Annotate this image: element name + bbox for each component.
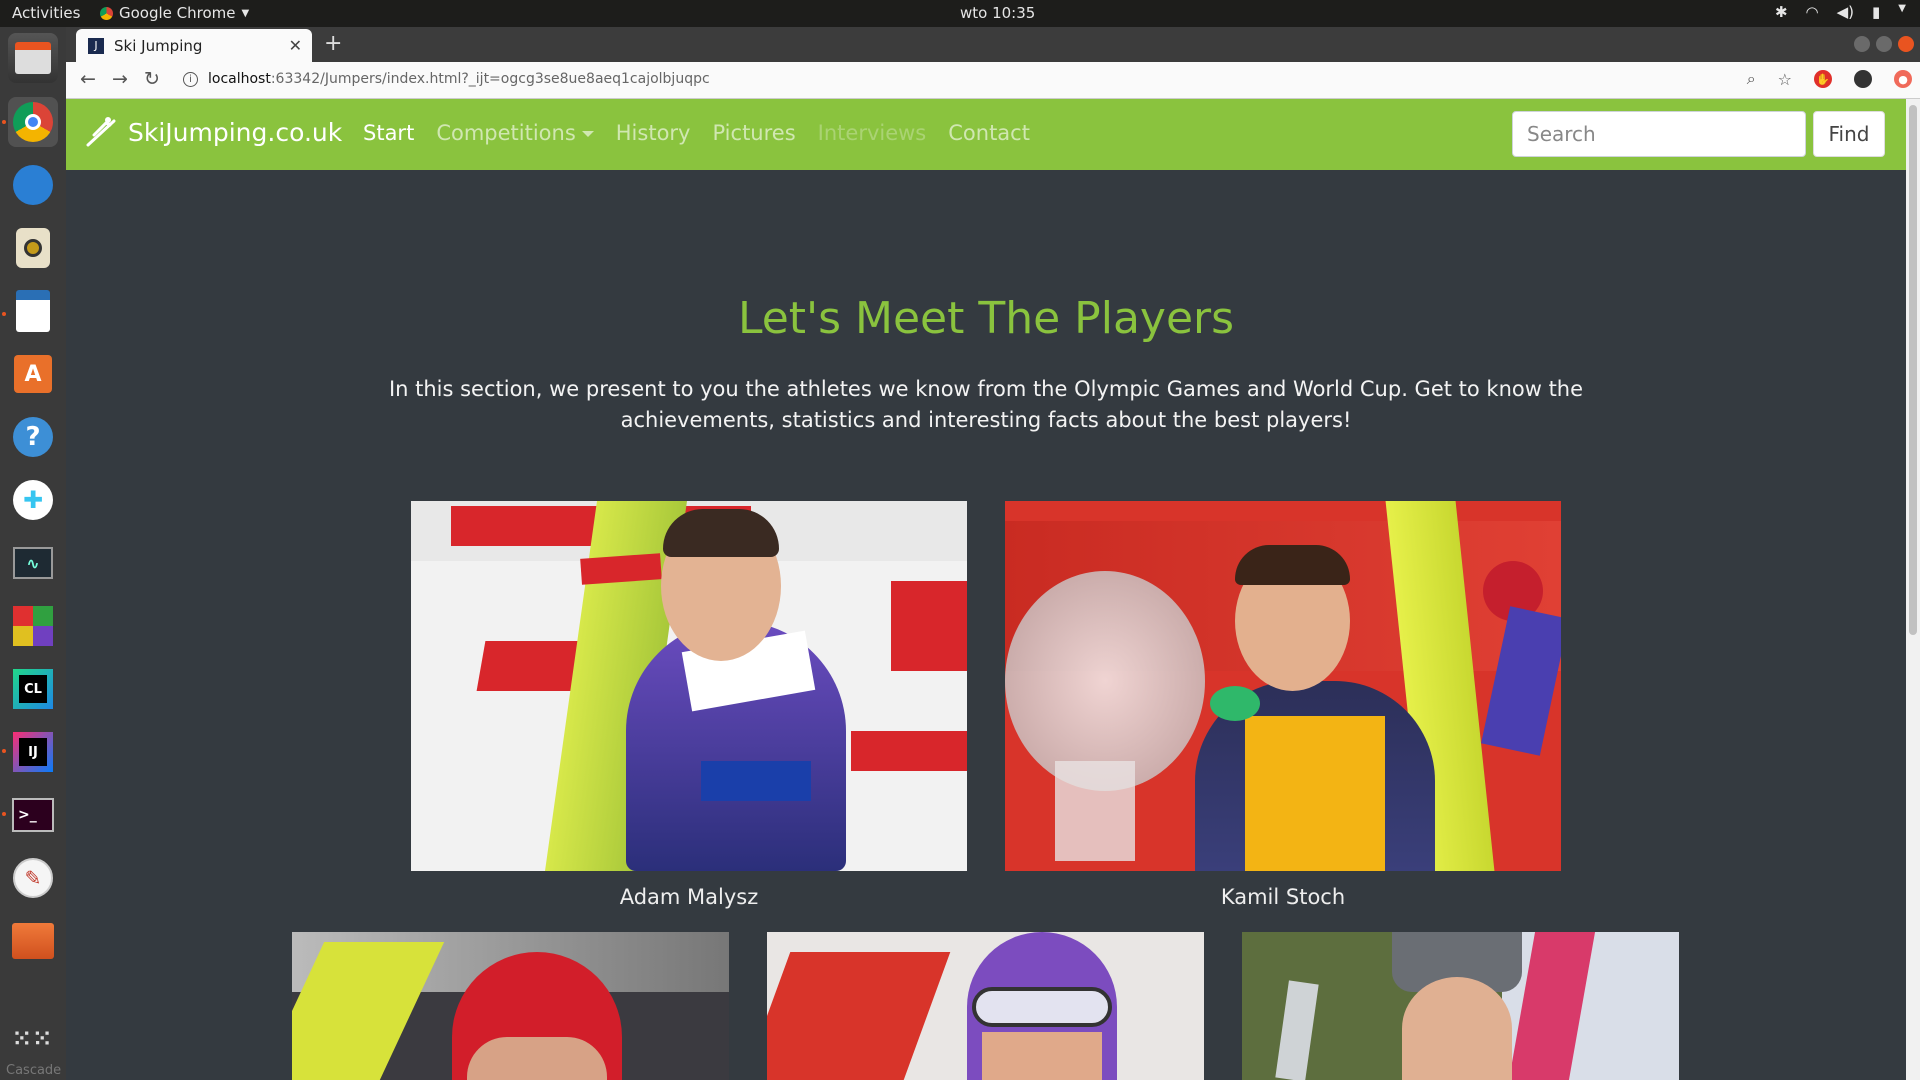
launcher-dock: A ? ✚ ∿ CL IJ >_ ✎ ⁙⁙ Cascade	[0, 27, 66, 1080]
profile-avatar[interactable]	[1854, 70, 1872, 88]
files-archive-icon[interactable]	[8, 33, 58, 83]
zoom-icon[interactable]: ⌕	[1747, 69, 1756, 89]
tab-ski-jumping[interactable]: J Ski Jumping ✕	[76, 29, 312, 62]
page-scrollbar[interactable]	[1906, 99, 1920, 1080]
forward-icon[interactable]: →	[112, 68, 128, 90]
caret-down-icon	[581, 131, 594, 137]
system-monitor-icon[interactable]: ∿	[8, 538, 58, 588]
clock[interactable]: wto 10:35	[960, 4, 1035, 22]
bluetooth-icon[interactable]: ✱	[1775, 3, 1788, 21]
player-photo[interactable]	[411, 501, 967, 871]
player-card[interactable]: Adam Malysz	[411, 501, 967, 909]
player-card[interactable]: Kamil Stoch	[1005, 501, 1561, 909]
player-photo[interactable]	[1005, 501, 1561, 871]
find-button[interactable]: Find	[1813, 111, 1885, 157]
toolbar-icons: ⌕ ☆ ✋ ●	[1747, 69, 1912, 89]
writer-icon[interactable]	[8, 286, 58, 336]
tab-strip: J Ski Jumping ✕ +	[66, 27, 1920, 62]
nav-pictures[interactable]: Pictures	[712, 121, 795, 145]
maximize-button[interactable]	[1876, 36, 1892, 52]
page-lead: In this section, we present to you the a…	[388, 377, 1584, 432]
url-host: localhost	[208, 71, 271, 87]
extension-icon[interactable]: ●	[1894, 70, 1912, 88]
brand-name: SkiJumping.co.uk	[128, 117, 343, 147]
address-bar[interactable]: i localhost:63342/Jumpers/index.html?_ij…	[183, 71, 710, 87]
chrome-icon[interactable]	[8, 97, 58, 147]
nav-contact[interactable]: Contact	[948, 121, 1030, 145]
gnome-ware-icon[interactable]	[8, 601, 58, 651]
player-name[interactable]: Adam Malysz	[411, 885, 967, 909]
wifi-icon[interactable]: ◠	[1806, 3, 1819, 21]
minimize-button[interactable]	[1854, 36, 1870, 52]
player-photo[interactable]	[767, 932, 1204, 1080]
nav-competitions[interactable]: Competitions	[436, 121, 594, 145]
main-nav: Start Competitions History Pictures Inte…	[363, 121, 1030, 145]
thunderbird-icon[interactable]	[8, 160, 58, 210]
chevron-down-icon: ▼	[241, 7, 250, 19]
page-viewport: SkiJumping.co.uk Start Competitions Hist…	[66, 99, 1920, 1080]
close-window-button[interactable]	[1898, 36, 1914, 52]
info-icon[interactable]: i	[183, 71, 198, 87]
terminal-icon[interactable]: >_	[8, 790, 58, 840]
files-icon[interactable]	[8, 916, 58, 966]
app-menu-label: Google Chrome	[119, 4, 236, 22]
player-photo[interactable]	[1242, 932, 1679, 1080]
ski-jumper-logo-icon	[86, 117, 116, 147]
bookmark-star-icon[interactable]: ☆	[1778, 70, 1792, 89]
new-tab-button[interactable]: +	[324, 31, 342, 56]
app-menu[interactable]: Google Chrome ▼	[100, 4, 249, 22]
page-heading: Let's Meet The Players	[737, 293, 1235, 344]
intellij-icon[interactable]: IJ	[8, 727, 58, 777]
back-icon[interactable]: ←	[80, 68, 96, 90]
dock-footer-label: Cascade	[6, 1063, 62, 1078]
close-tab-icon[interactable]: ✕	[289, 36, 302, 55]
system-top-panel: Activities Google Chrome ▼ wto 10:35 ✱ ◠…	[0, 0, 1920, 27]
system-tray[interactable]: ✱ ◠ ◀) ▮ ▼	[1775, 3, 1906, 21]
window-controls	[1854, 36, 1914, 52]
site-brand[interactable]: SkiJumping.co.uk	[84, 115, 342, 149]
software-center-icon[interactable]: A	[8, 349, 58, 399]
site-navbar: SkiJumping.co.uk Start Competitions Hist…	[66, 99, 1906, 170]
nav-history[interactable]: History	[616, 121, 691, 145]
player-name[interactable]: Kamil Stoch	[1005, 885, 1561, 909]
volume-icon[interactable]: ◀)	[1837, 3, 1854, 21]
player-card[interactable]	[767, 932, 1204, 1080]
nav-competitions-label: Competitions	[436, 121, 576, 145]
help-icon[interactable]: ?	[8, 412, 58, 462]
reload-icon[interactable]: ↻	[144, 68, 160, 90]
slack-icon[interactable]: ✚	[8, 475, 58, 525]
app-grid-icon[interactable]: ⁙⁙	[8, 1015, 58, 1065]
url-path: :63342/Jumpers/index.html?_ijt=ogcg3se8u…	[270, 71, 710, 87]
adblock-extension-icon[interactable]: ✋	[1814, 70, 1832, 88]
nav-start[interactable]: Start	[363, 121, 414, 145]
player-card[interactable]	[1242, 932, 1679, 1080]
browser-window: J Ski Jumping ✕ + ← → ↻ i localhost:6334…	[66, 27, 1920, 1080]
rhythmbox-icon[interactable]	[8, 223, 58, 273]
activities-button[interactable]: Activities	[12, 4, 80, 22]
player-card[interactable]	[292, 932, 729, 1080]
nav-interviews: Interviews	[817, 121, 927, 145]
clion-icon[interactable]: CL	[8, 664, 58, 714]
site-favicon-icon: J	[88, 37, 104, 54]
text-editor-icon[interactable]: ✎	[8, 853, 58, 903]
chevron-down-icon[interactable]: ▼	[1898, 3, 1906, 21]
scrollbar-thumb[interactable]	[1909, 105, 1917, 635]
chrome-small-icon	[100, 6, 113, 20]
tab-title: Ski Jumping	[114, 36, 203, 55]
player-photo[interactable]	[292, 932, 729, 1080]
battery-icon[interactable]: ▮	[1872, 3, 1880, 21]
search-input[interactable]	[1512, 111, 1806, 157]
toolbar: ← → ↻ i localhost:63342/Jumpers/index.ht…	[66, 62, 1920, 99]
